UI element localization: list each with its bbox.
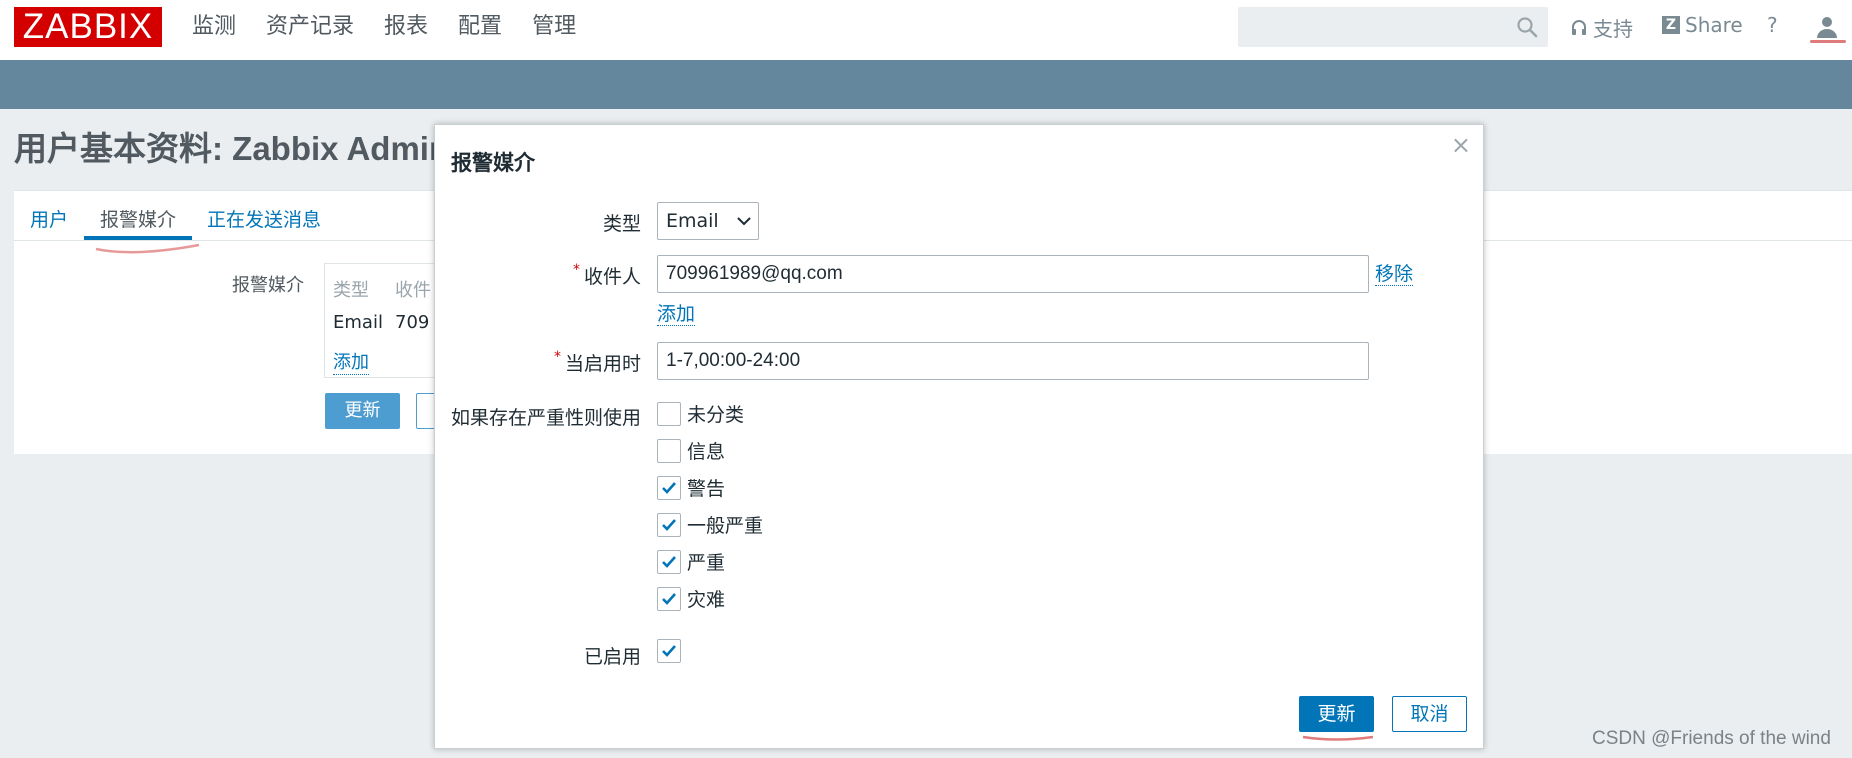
severity-label-disaster: 灾难: [687, 589, 726, 611]
tab-scribble-mark: [95, 243, 200, 254]
dialog-title: 报警媒介: [451, 151, 535, 175]
top-navigation: ZABBIX 监测 资产记录 报表 配置 管理 支持 Z Share ?: [0, 0, 1852, 60]
severity-checkbox-warning[interactable]: [657, 475, 681, 500]
severity-checkbox-average[interactable]: [657, 512, 681, 537]
main-menu: 监测 资产记录 报表 配置 管理: [192, 12, 576, 42]
severity-row: 警告: [657, 474, 725, 501]
tab-messaging[interactable]: 正在发送消息: [207, 205, 321, 232]
tab-user[interactable]: 用户: [30, 205, 68, 232]
checkmark-icon: [662, 592, 676, 605]
severity-row: 严重: [657, 548, 725, 575]
menu-administration[interactable]: 管理: [532, 12, 576, 42]
user-underline-mark: [1810, 40, 1846, 43]
table-cell-type: Email: [333, 312, 383, 333]
page-title: 用户基本资料: Zabbix Adminis: [14, 130, 477, 167]
support-label: 支持: [1593, 17, 1633, 41]
severity-label-warning: 警告: [687, 478, 726, 500]
severity-checkbox-information[interactable]: [657, 438, 681, 463]
table-cell-sendto: 709: [395, 312, 430, 333]
dialog-cancel-button[interactable]: 取消: [1392, 696, 1467, 732]
when-active-label-wrap: * 当启用时: [554, 349, 641, 376]
required-mark: *: [572, 262, 580, 278]
profile-update-button[interactable]: 更新: [325, 393, 400, 429]
severity-label-information: 信息: [687, 441, 726, 463]
type-select-value: Email: [666, 210, 719, 232]
headset-icon: [1572, 19, 1586, 35]
share-label: Share: [1685, 13, 1743, 37]
chevron-down-icon: [737, 217, 751, 226]
media-add-link[interactable]: 添加: [333, 348, 369, 375]
table-header-sendto: 收件: [395, 280, 431, 301]
sendto-input[interactable]: 709961989@qq.com: [657, 255, 1369, 293]
add-recipient-link[interactable]: 添加: [657, 303, 696, 326]
severity-label-high: 严重: [687, 552, 726, 574]
severity-row: 灾难: [657, 585, 725, 612]
dialog-update-button[interactable]: 更新: [1299, 696, 1374, 732]
remove-link[interactable]: 移除: [1375, 263, 1414, 286]
help-button[interactable]: ?: [1767, 13, 1778, 37]
severity-row: 一般严重: [657, 511, 763, 538]
header-bar: [0, 60, 1852, 109]
severity-row: 未分类: [657, 400, 744, 427]
checkmark-icon: [662, 518, 676, 531]
menu-reports[interactable]: 报表: [384, 12, 428, 42]
search-input[interactable]: [1238, 7, 1548, 47]
checkmark-icon: [662, 645, 676, 657]
enabled-row: [657, 639, 681, 663]
enabled-checkbox[interactable]: [657, 639, 681, 663]
menu-inventory[interactable]: 资产记录: [266, 12, 354, 42]
zabbix-logo[interactable]: ZABBIX: [14, 7, 162, 47]
severity-label: 如果存在严重性则使用: [450, 407, 641, 429]
user-profile-icon[interactable]: [1814, 14, 1840, 40]
close-icon[interactable]: ×: [1451, 131, 1471, 159]
severity-row: 信息: [657, 437, 725, 464]
sendto-label-wrap: * 收件人: [573, 262, 641, 289]
media-label: 报警媒介: [232, 275, 304, 296]
search-icon[interactable]: [1516, 16, 1538, 38]
severity-checkbox-not-classified[interactable]: [657, 401, 681, 426]
menu-monitoring[interactable]: 监测: [192, 12, 236, 42]
support-link[interactable]: 支持: [1570, 13, 1633, 42]
menu-configuration[interactable]: 配置: [458, 12, 502, 42]
severity-checkbox-disaster[interactable]: [657, 586, 681, 611]
when-active-input[interactable]: 1-7,00:00-24:00: [657, 342, 1369, 380]
type-label: 类型: [602, 213, 641, 235]
enabled-label: 已启用: [583, 646, 641, 668]
share-z-icon: Z: [1662, 16, 1680, 34]
media-dialog: 报警媒介 × 类型 Email * 收件人 709961989@qq.com 移除…: [434, 124, 1484, 749]
type-select[interactable]: Email: [657, 202, 759, 240]
when-active-label: 当启用时: [564, 353, 641, 375]
severity-checkbox-high[interactable]: [657, 549, 681, 574]
share-link[interactable]: Z Share: [1662, 13, 1743, 37]
checkmark-icon: [662, 555, 676, 568]
button-scribble-mark: [1302, 735, 1374, 741]
severity-label-not-classified: 未分类: [687, 404, 745, 426]
sendto-label: 收件人: [583, 266, 641, 288]
tab-media[interactable]: 报警媒介: [100, 205, 176, 232]
checkmark-icon: [662, 481, 676, 494]
table-header-type: 类型: [333, 280, 369, 301]
required-mark: *: [553, 349, 561, 365]
watermark: CSDN @Friends of the wind: [1592, 728, 1831, 749]
severity-label-average: 一般严重: [687, 515, 764, 537]
